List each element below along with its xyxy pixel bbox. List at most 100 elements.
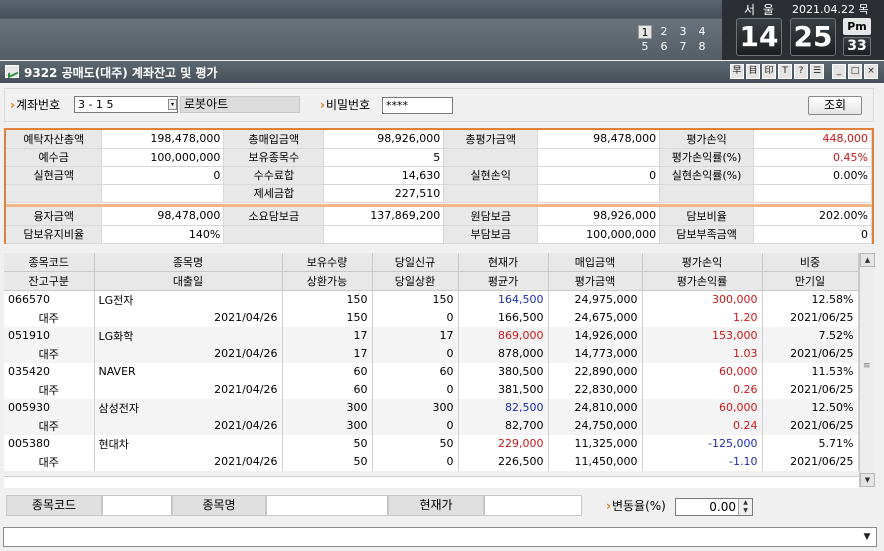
table-cell: LG전자 bbox=[94, 290, 283, 309]
column-header[interactable]: 당일상환 bbox=[372, 271, 459, 291]
table-row[interactable]: 005380 현대차 50 50 229,000 11,325,000 -125,000 5.… bbox=[4, 434, 859, 453]
scroll-up-icon[interactable]: ▲ bbox=[860, 253, 875, 267]
table-cell: 164,500 bbox=[458, 290, 549, 309]
table-cell: 150 bbox=[282, 290, 373, 309]
pager-page-2[interactable]: 2 bbox=[657, 25, 671, 39]
column-header[interactable]: 비중 bbox=[762, 253, 859, 272]
table-row[interactable]: 대주 2021/04/26 300 0 82,700 24,750,000 0.24 2021… bbox=[4, 416, 859, 435]
chart-icon bbox=[5, 65, 19, 78]
table-cell: 0 bbox=[372, 452, 459, 471]
column-header[interactable]: 매입금액 bbox=[548, 253, 643, 272]
summary-value: 98,478,000 bbox=[101, 207, 225, 226]
column-header[interactable]: 만기일 bbox=[762, 271, 859, 291]
column-header[interactable]: 잔고구분 bbox=[4, 271, 95, 291]
scroll-grip-icon[interactable]: ≡ bbox=[863, 361, 871, 375]
menu-button[interactable]: ☰ bbox=[810, 64, 824, 79]
minimize-button[interactable]: _ bbox=[832, 64, 846, 79]
column-header[interactable]: 평균가 bbox=[458, 271, 549, 291]
table-cell: 0 bbox=[372, 416, 459, 435]
help-button[interactable]: ? bbox=[794, 64, 808, 79]
table-row[interactable]: 대주 2021/04/26 50 0 226,500 11,450,000 -1.10 202… bbox=[4, 452, 859, 471]
table-row[interactable]: 대주 2021/04/26 17 0 878,000 14,773,000 1.03 2021… bbox=[4, 344, 859, 363]
table-cell: 17 bbox=[282, 344, 373, 363]
summary-value: 137,869,200 bbox=[323, 207, 445, 226]
account-dropdown-icon[interactable]: ▾ bbox=[168, 99, 177, 110]
table-cell: 166,500 bbox=[458, 308, 549, 327]
table-cell: 17 bbox=[282, 326, 373, 345]
search-price-input[interactable] bbox=[484, 495, 582, 516]
summary-value bbox=[753, 184, 872, 203]
table-cell: 380,500 bbox=[458, 362, 549, 381]
vertical-scrollbar[interactable]: ▲ ≡ ▼ bbox=[859, 253, 875, 487]
summary-label: 예탁자산총액 bbox=[6, 130, 103, 149]
column-header[interactable]: 보유수량 bbox=[282, 253, 373, 272]
column-header[interactable]: 상환가능 bbox=[282, 271, 373, 291]
summary-value bbox=[101, 184, 225, 203]
query-button[interactable]: 조회 bbox=[808, 96, 862, 115]
column-header[interactable]: 대출일 bbox=[94, 271, 283, 291]
table-cell: 11,325,000 bbox=[548, 434, 643, 453]
table-cell: 300 bbox=[282, 398, 373, 417]
table-cell: 381,500 bbox=[458, 380, 549, 399]
pin-button[interactable]: 早 bbox=[730, 64, 744, 79]
pager-page-1[interactable]: 1 bbox=[638, 25, 652, 39]
table-cell: 50 bbox=[372, 434, 459, 453]
password-field[interactable]: **** bbox=[382, 97, 453, 114]
summary-label: 총매입금액 bbox=[223, 130, 325, 149]
summary-label: 실현손익률(%) bbox=[659, 166, 755, 185]
toolbar-strip bbox=[0, 19, 722, 60]
maximize-button[interactable]: □ bbox=[848, 64, 862, 79]
table-cell: 대주 bbox=[4, 416, 95, 435]
summary-row: 담보유지비율 140% 부담보금 100,000,000 담보부족금액 0 bbox=[6, 225, 872, 244]
screen-button[interactable]: 目 bbox=[746, 64, 760, 79]
column-header[interactable]: 평가손익 bbox=[642, 253, 763, 272]
pager-page-6[interactable]: 6 bbox=[657, 40, 671, 54]
pager-page-3[interactable]: 3 bbox=[676, 25, 690, 39]
summary-label bbox=[443, 184, 539, 203]
table-row[interactable]: 051910 LG화학 17 17 869,000 14,926,000 153,000 7.… bbox=[4, 326, 859, 345]
table-row[interactable]: 대주 2021/04/26 150 0 166,500 24,675,000 1.20 202… bbox=[4, 308, 859, 327]
password-label: ›비밀번호 bbox=[320, 96, 370, 113]
table-row[interactable]: 005930 삼성전자 300 300 82,500 24,810,000 60,000 12… bbox=[4, 398, 859, 417]
status-dropdown-icon[interactable]: ▼ bbox=[860, 530, 874, 544]
column-header[interactable]: 종목명 bbox=[94, 253, 283, 272]
summary-label: 평가손익 bbox=[659, 130, 755, 149]
close-button[interactable]: × bbox=[864, 64, 878, 79]
summary-label: 실현손익 bbox=[443, 166, 539, 185]
search-name-input[interactable] bbox=[266, 495, 388, 516]
table-cell: 82,500 bbox=[458, 398, 549, 417]
summary-label: 담보비율 bbox=[659, 207, 755, 226]
column-header[interactable]: 현재가 bbox=[458, 253, 549, 272]
summary-label: 실현금액 bbox=[6, 166, 103, 185]
table-cell: 300 bbox=[282, 416, 373, 435]
table-row[interactable]: 035420 NAVER 60 60 380,500 22,890,000 60,000 11… bbox=[4, 362, 859, 381]
column-header[interactable]: 종목코드 bbox=[4, 253, 95, 272]
column-header[interactable]: 당일신규 bbox=[372, 253, 459, 272]
table-header-row: 종목코드 종목명 보유수량 당일신규 현재가 매입금액 평가손익 비중 bbox=[4, 253, 859, 272]
pager-page-7[interactable]: 7 bbox=[676, 40, 690, 54]
column-header[interactable]: 평가손익률 bbox=[642, 271, 763, 291]
column-header[interactable]: 평가금액 bbox=[548, 271, 643, 291]
search-code-input[interactable] bbox=[102, 495, 172, 516]
text-button[interactable]: T bbox=[778, 64, 792, 79]
pager-page-4[interactable]: 4 bbox=[695, 25, 709, 39]
table-cell: 대주 bbox=[4, 344, 95, 363]
print-button[interactable]: 印 bbox=[762, 64, 776, 79]
account-number-field[interactable]: 3 - 1 5 bbox=[74, 96, 178, 113]
screen-pager: 1 2 3 4 5 6 7 8 bbox=[636, 25, 716, 55]
clock-minute: 25 bbox=[790, 18, 836, 56]
table-cell: 300,000 bbox=[642, 290, 763, 309]
clock-hour: 14 bbox=[736, 18, 782, 56]
table-row[interactable]: 066570 LG전자 150 150 164,500 24,975,000 300,000… bbox=[4, 290, 859, 309]
summary-value: 0 bbox=[753, 225, 872, 244]
search-bar: 종목코드 종목명 현재가 bbox=[4, 495, 604, 517]
table-cell: 11,450,000 bbox=[548, 452, 643, 471]
pager-page-8[interactable]: 8 bbox=[695, 40, 709, 54]
pager-page-5[interactable]: 5 bbox=[638, 40, 652, 54]
arrow-icon: › bbox=[320, 98, 325, 112]
table-row[interactable]: 대주 2021/04/26 60 0 381,500 22,830,000 0.26 2021… bbox=[4, 380, 859, 399]
rate-spinner-icon[interactable]: ▲ ▼ bbox=[738, 499, 752, 515]
table-cell: 005380 bbox=[4, 434, 95, 453]
scroll-down-icon[interactable]: ▼ bbox=[860, 473, 875, 487]
table-cell: 12.58% bbox=[762, 290, 859, 309]
